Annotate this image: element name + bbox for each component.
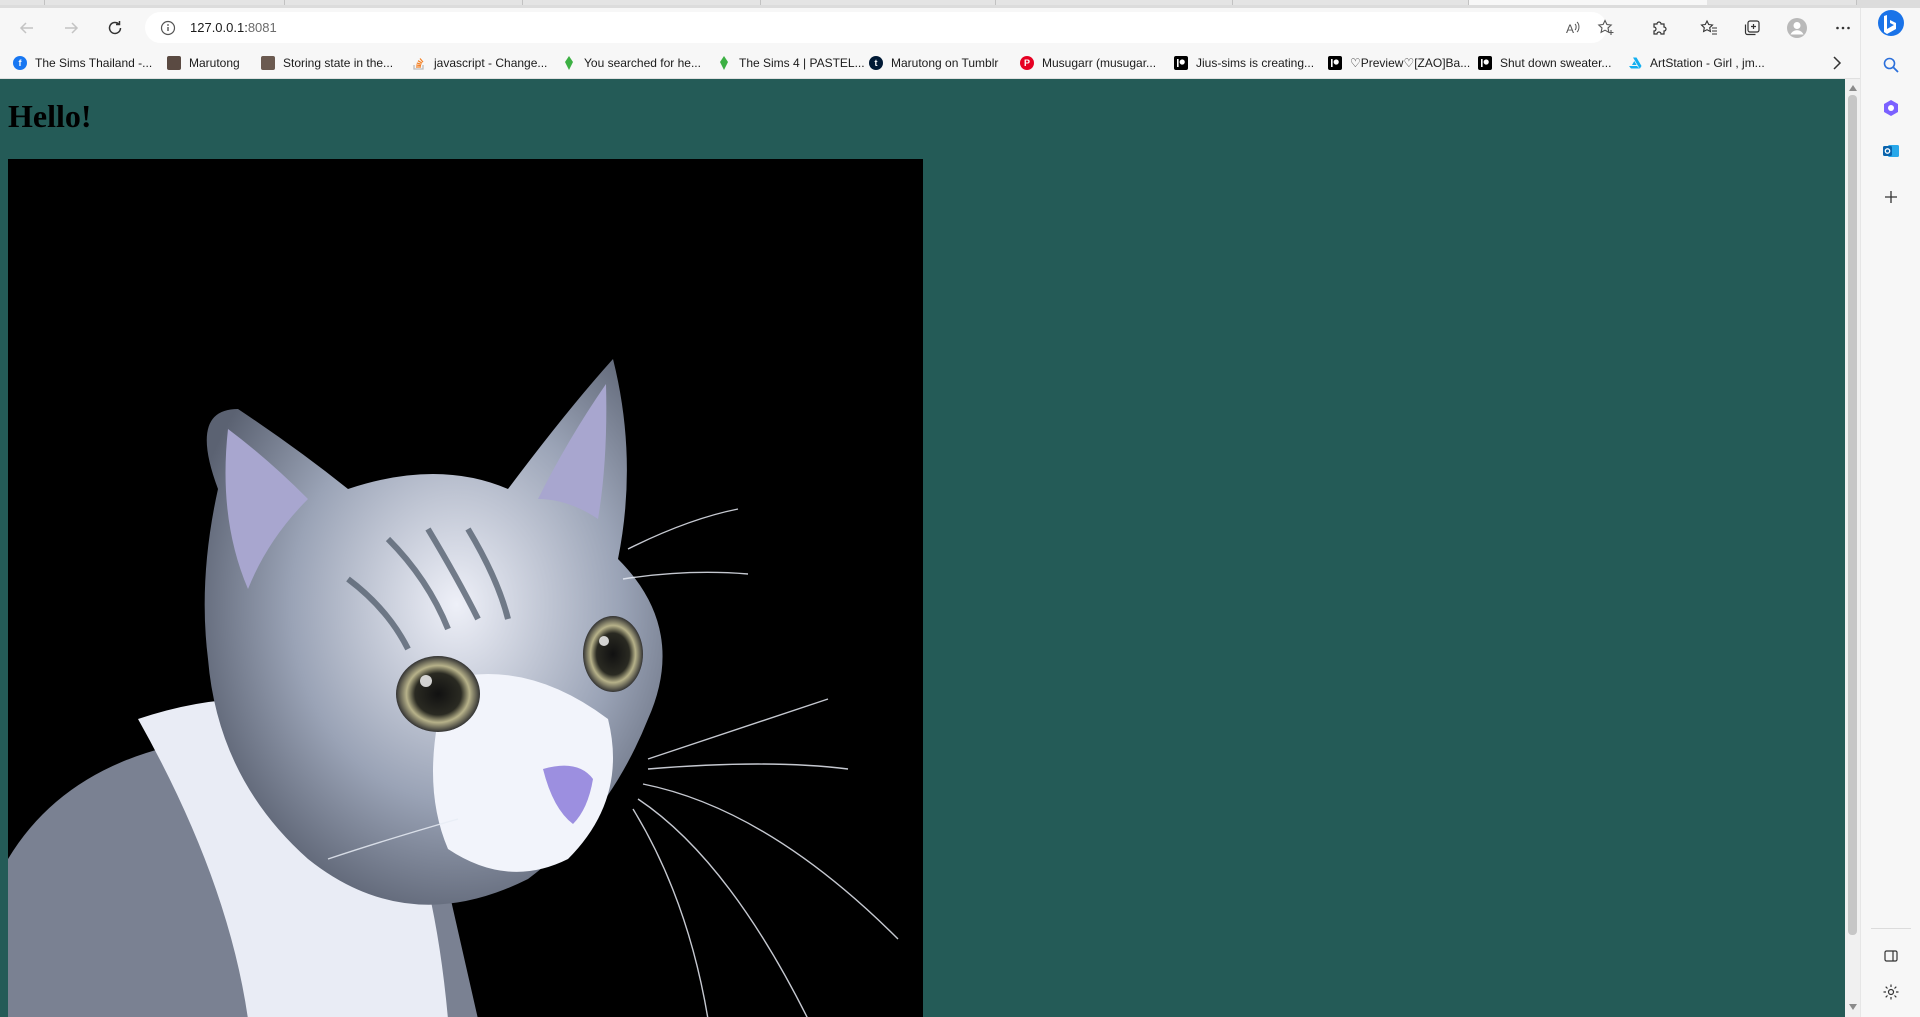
- patreon-icon: [1174, 56, 1188, 70]
- collections-icon: [1743, 19, 1761, 37]
- forward-arrow-icon: [62, 19, 80, 37]
- bookmark-label: Jius-sims is creating...: [1196, 56, 1315, 70]
- stackoverflow-icon: [412, 56, 426, 70]
- tab-active[interactable]: [1469, 0, 1707, 5]
- bing-icon: [1877, 9, 1905, 42]
- read-aloud-icon[interactable]: A: [1563, 18, 1583, 38]
- bookmark-label: Marutong: [189, 56, 240, 70]
- plumbob-icon: [562, 56, 576, 70]
- tab[interactable]: [285, 0, 523, 5]
- bookmark-label: ♡Preview♡[ZAO]Ba...: [1350, 56, 1471, 70]
- bookmark-label: javascript - Change...: [434, 56, 548, 70]
- page-viewport: Hello!: [0, 79, 1845, 1017]
- url-port: 8081: [247, 20, 277, 35]
- favorites-button[interactable]: [1694, 13, 1724, 43]
- outlook-icon: [1882, 142, 1900, 165]
- bookmark-label: Storing state in the...: [283, 56, 394, 70]
- scroll-down-icon[interactable]: [1847, 1001, 1858, 1012]
- bookmark-item[interactable]: t Marutong on Tumblr: [869, 53, 998, 73]
- scrollbar-thumb[interactable]: [1848, 95, 1857, 935]
- bookmark-label: Marutong on Tumblr: [891, 56, 999, 70]
- bookmark-item[interactable]: Shut down sweater...: [1478, 53, 1611, 73]
- bookmark-label: Musugarr (musugar...: [1042, 56, 1157, 70]
- sidebar-copilot-button[interactable]: [1877, 96, 1905, 124]
- puzzle-icon: [1650, 19, 1668, 37]
- extensions-button[interactable]: [1644, 13, 1674, 43]
- favorites-icon: [1700, 19, 1718, 37]
- tab[interactable]: [45, 0, 285, 5]
- bookmark-item[interactable]: f The Sims Thailand -...: [13, 53, 152, 73]
- bookmark-label: The Sims Thailand -...: [35, 56, 153, 70]
- bookmark-label: Shut down sweater...: [1500, 56, 1612, 70]
- info-icon[interactable]: [159, 19, 177, 37]
- pinterest-icon: P: [1020, 56, 1034, 70]
- bookmark-item[interactable]: The Sims 4 | PASTEL...: [717, 53, 865, 73]
- bookmark-label: The Sims 4 | PASTEL...: [739, 56, 865, 70]
- svg-text:A: A: [1566, 22, 1574, 36]
- scroll-up-icon[interactable]: [1847, 82, 1858, 93]
- collections-button[interactable]: [1737, 13, 1767, 43]
- bookmarks-overflow-chevron-icon[interactable]: [1827, 55, 1847, 71]
- split-screen-button[interactable]: [1877, 944, 1905, 972]
- back-arrow-icon: [18, 19, 36, 37]
- bookmark-item[interactable]: P Musugarr (musugar...: [1020, 53, 1156, 73]
- copilot-icon: [1882, 99, 1900, 122]
- cat-photo: [8, 159, 923, 1017]
- tab[interactable]: [1233, 0, 1469, 5]
- sidebar-outlook-button[interactable]: [1877, 139, 1905, 167]
- patreon-icon: [1328, 56, 1342, 70]
- copilot-button[interactable]: [1877, 9, 1905, 42]
- tab[interactable]: [996, 0, 1233, 5]
- search-icon: [1882, 56, 1900, 79]
- tab[interactable]: [1707, 0, 1857, 5]
- bookmark-item[interactable]: You searched for he...: [562, 53, 701, 73]
- tab[interactable]: [761, 0, 996, 5]
- split-screen-icon: [1883, 948, 1899, 969]
- bookmark-item[interactable]: Marutong: [167, 53, 240, 73]
- avatar-icon: [167, 56, 181, 70]
- address-bar[interactable]: 127.0.0.1:8081 A: [145, 12, 1614, 43]
- facebook-icon: f: [13, 56, 27, 70]
- bookmarks-bar: f The Sims Thailand -... Marutong Storin…: [0, 47, 1860, 79]
- plus-icon: [1883, 189, 1899, 210]
- refresh-icon: [106, 19, 124, 37]
- sidebar-settings-button[interactable]: [1877, 980, 1905, 1008]
- browser-toolbar: 127.0.0.1:8081 A: [0, 8, 1920, 47]
- plumbob-icon: [717, 56, 731, 70]
- forward-button[interactable]: [56, 13, 86, 43]
- page-heading: Hello!: [8, 98, 92, 134]
- tab-strip: [0, 0, 1920, 8]
- refresh-button[interactable]: [100, 13, 130, 43]
- more-button[interactable]: [1828, 13, 1858, 43]
- bookmark-item[interactable]: Jius-sims is creating...: [1174, 53, 1314, 73]
- profile-button[interactable]: [1782, 13, 1812, 43]
- url-host: 127.0.0.1:: [190, 20, 248, 35]
- bookmark-label: ArtStation - Girl , jm...: [1650, 56, 1765, 70]
- back-button[interactable]: [12, 13, 42, 43]
- tab[interactable]: [523, 0, 761, 5]
- profile-icon: [1786, 17, 1808, 39]
- browser-sidebar: [1860, 8, 1920, 1017]
- page-scrollbar[interactable]: [1845, 79, 1860, 1017]
- patreon-icon: [1478, 56, 1492, 70]
- bookmark-item[interactable]: ArtStation - Girl , jm...: [1628, 53, 1765, 73]
- artstation-icon: [1628, 56, 1642, 70]
- tab[interactable]: [0, 0, 45, 5]
- gear-icon: [1882, 983, 1900, 1006]
- tumblr-icon: t: [869, 56, 883, 70]
- bookmark-item[interactable]: javascript - Change...: [412, 53, 547, 73]
- url-text[interactable]: 127.0.0.1:8081: [190, 20, 277, 35]
- add-favorite-icon[interactable]: [1596, 18, 1616, 38]
- bookmark-item[interactable]: Storing state in the...: [261, 53, 393, 73]
- bookmark-item[interactable]: ♡Preview♡[ZAO]Ba...: [1328, 53, 1470, 73]
- sidebar-divider: [1871, 928, 1911, 929]
- sidebar-search-button[interactable]: [1877, 53, 1905, 81]
- sidebar-add-button[interactable]: [1877, 185, 1905, 213]
- ellipsis-icon: [1834, 19, 1852, 37]
- bookmark-label: You searched for he...: [584, 56, 701, 70]
- avatar-icon: [261, 56, 275, 70]
